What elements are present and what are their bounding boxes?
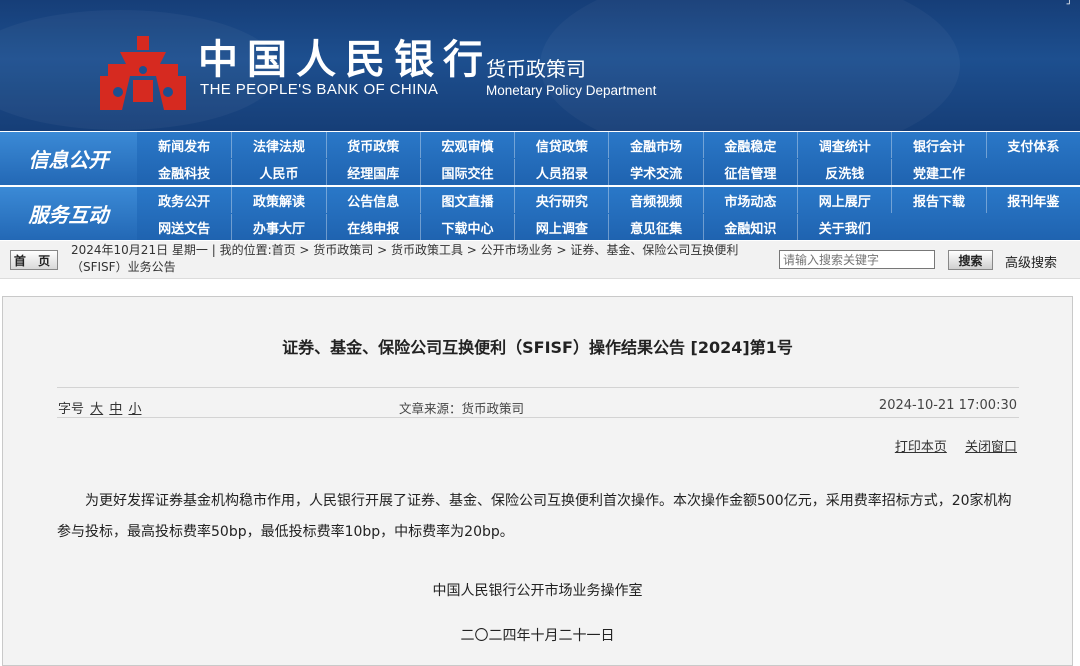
- nav-item-academic[interactable]: 学术交流: [608, 159, 702, 185]
- corner-mark-icon: ┘: [1066, 0, 1072, 10]
- breadcrumb-bar: 首 页 2024年10月21日 星期一 | 我的位置:首页 > 货币政策司 > …: [0, 241, 1080, 279]
- article-body: 为更好发挥证券基金机构稳市作用，人民银行开展了证券、基金、保险公司互换便利首次操…: [57, 493, 1012, 540]
- nav-item-policy-interpretation[interactable]: 政策解读: [231, 187, 325, 213]
- article-tools: 打印本页 关闭窗口: [881, 436, 1017, 455]
- nav-item-credit-reference[interactable]: 征信管理: [702, 159, 797, 185]
- department-name-en: Monetary Policy Department: [486, 83, 657, 98]
- nav-group-title[interactable]: 服务互动: [0, 187, 137, 240]
- nav-item-financial-market[interactable]: 金融市场: [608, 132, 702, 158]
- article-title: 证券、基金、保险公司互换便利（SFISF）操作结果公告 [2024]第1号: [282, 338, 793, 357]
- nav-item-download-center[interactable]: 下载中心: [419, 214, 514, 240]
- nav-item-macro-prudential[interactable]: 宏观审慎: [419, 132, 514, 158]
- nav-group-service-interaction: 服务互动 政务公开 政策解读 公告信息 图文直播 央行研究 音频视频 市场动态 …: [0, 187, 1080, 240]
- nav-item-monetary-policy[interactable]: 货币政策: [325, 132, 420, 158]
- nav-item-online-exhibition[interactable]: 网上展厅: [797, 187, 891, 213]
- nav-item-laws[interactable]: 法律法规: [231, 132, 325, 158]
- font-size-selector: 字号 大 中 小: [58, 398, 141, 417]
- nav-item-feedback[interactable]: 意见征集: [608, 214, 702, 240]
- font-size-small-link[interactable]: 小: [128, 402, 141, 417]
- nav-item-documents[interactable]: 网送文告: [137, 214, 231, 240]
- nav-item-government-affairs[interactable]: 政务公开: [137, 187, 231, 213]
- department-name-cn: 货币政策司: [486, 57, 586, 81]
- brand-name-en[interactable]: THE PEOPLE'S BANK OF CHINA: [200, 81, 438, 98]
- font-size-label: 字号: [58, 402, 85, 417]
- nav-item-rmb[interactable]: 人民币: [231, 159, 325, 185]
- nav-item-bank-accounting[interactable]: 银行会计: [891, 132, 985, 158]
- article-signer: 中国人民银行公开市场业务操作室: [432, 583, 643, 599]
- nav-row: 网送文告 办事大厅 在线申报 下载中心 网上调查 意见征集 金融知识 关于我们: [137, 214, 1080, 240]
- nav-group-info-disclosure: 信息公开 新闻发布 法律法规 货币政策 宏观审慎 信贷政策 金融市场 金融稳定 …: [0, 132, 1080, 185]
- nav-row: 新闻发布 法律法规 货币政策 宏观审慎 信贷政策 金融市场 金融稳定 调查统计 …: [137, 132, 1080, 158]
- nav-item-credit-policy[interactable]: 信贷政策: [514, 132, 608, 158]
- pboc-emblem-icon[interactable]: [100, 34, 186, 110]
- advanced-search-link[interactable]: 高级搜索: [1005, 252, 1057, 271]
- nav-item-payment-system[interactable]: 支付体系: [985, 132, 1080, 158]
- nav-item-anti-money-laundering[interactable]: 反洗钱: [797, 159, 891, 185]
- home-button[interactable]: 首 页: [10, 250, 58, 270]
- article-panel: 证券、基金、保险公司互换便利（SFISF）操作结果公告 [2024]第1号 字号…: [2, 296, 1073, 666]
- publish-time: 2024-10-21 17:00:30: [878, 398, 1017, 413]
- nav-item-recruitment[interactable]: 人员招录: [514, 159, 608, 185]
- nav-item-online-filing[interactable]: 在线申报: [325, 214, 420, 240]
- nav-item-financial-knowledge[interactable]: 金融知识: [702, 214, 797, 240]
- site-banner: 中国人民银行 THE PEOPLE'S BANK OF CHINA 货币政策司 …: [0, 0, 1080, 131]
- brand-name-cn[interactable]: 中国人民银行: [198, 38, 492, 82]
- nav-item-statistics[interactable]: 调查统计: [797, 132, 891, 158]
- nav-item-treasury[interactable]: 经理国库: [325, 159, 420, 185]
- nav-row: 政务公开 政策解读 公告信息 图文直播 央行研究 音频视频 市场动态 网上展厅 …: [137, 187, 1080, 213]
- nav-row: 金融科技 人民币 经理国库 国际交往 人员招录 学术交流 征信管理 反洗钱 党建…: [137, 159, 1080, 185]
- nav-item-market-dynamics[interactable]: 市场动态: [702, 187, 797, 213]
- close-window-link[interactable]: 关闭窗口: [965, 440, 1017, 455]
- nav-item-live-broadcast[interactable]: 图文直播: [419, 187, 514, 213]
- nav-item-audio-video[interactable]: 音频视频: [608, 187, 702, 213]
- main-navigation: 信息公开 新闻发布 法律法规 货币政策 宏观审慎 信贷政策 金融市场 金融稳定 …: [0, 131, 1080, 241]
- search-input[interactable]: [779, 250, 935, 269]
- nav-item-research[interactable]: 央行研究: [514, 187, 608, 213]
- nav-item-announcements[interactable]: 公告信息: [325, 187, 420, 213]
- nav-item-about-us[interactable]: 关于我们: [797, 214, 891, 240]
- search-button[interactable]: 搜索: [948, 250, 993, 270]
- nav-group-title[interactable]: 信息公开: [0, 132, 137, 185]
- print-page-link[interactable]: 打印本页: [895, 440, 947, 455]
- nav-item-financial-stability[interactable]: 金融稳定: [702, 132, 797, 158]
- nav-item-service-hall[interactable]: 办事大厅: [231, 214, 325, 240]
- nav-item-news[interactable]: 新闻发布: [137, 132, 231, 158]
- article-source: 文章来源：货币政策司: [399, 401, 525, 416]
- nav-item-yearbooks[interactable]: 报刊年鉴: [985, 187, 1080, 213]
- nav-item-fintech[interactable]: 金融科技: [137, 159, 231, 185]
- breadcrumb[interactable]: 2024年10月21日 星期一 | 我的位置:首页 > 货币政策司 > 货币政策…: [71, 242, 783, 276]
- banner-decoration: [540, 0, 960, 131]
- nav-item-report-download[interactable]: 报告下载: [891, 187, 985, 213]
- article-date: 二〇二四年十月二十一日: [460, 628, 615, 644]
- nav-item-online-survey[interactable]: 网上调查: [514, 214, 608, 240]
- font-size-large-link[interactable]: 大: [90, 402, 103, 417]
- nav-item-international[interactable]: 国际交往: [419, 159, 514, 185]
- divider: [57, 417, 1019, 418]
- font-size-medium-link[interactable]: 中: [109, 402, 122, 417]
- divider: [57, 387, 1019, 388]
- nav-item-party-building[interactable]: 党建工作: [891, 159, 985, 185]
